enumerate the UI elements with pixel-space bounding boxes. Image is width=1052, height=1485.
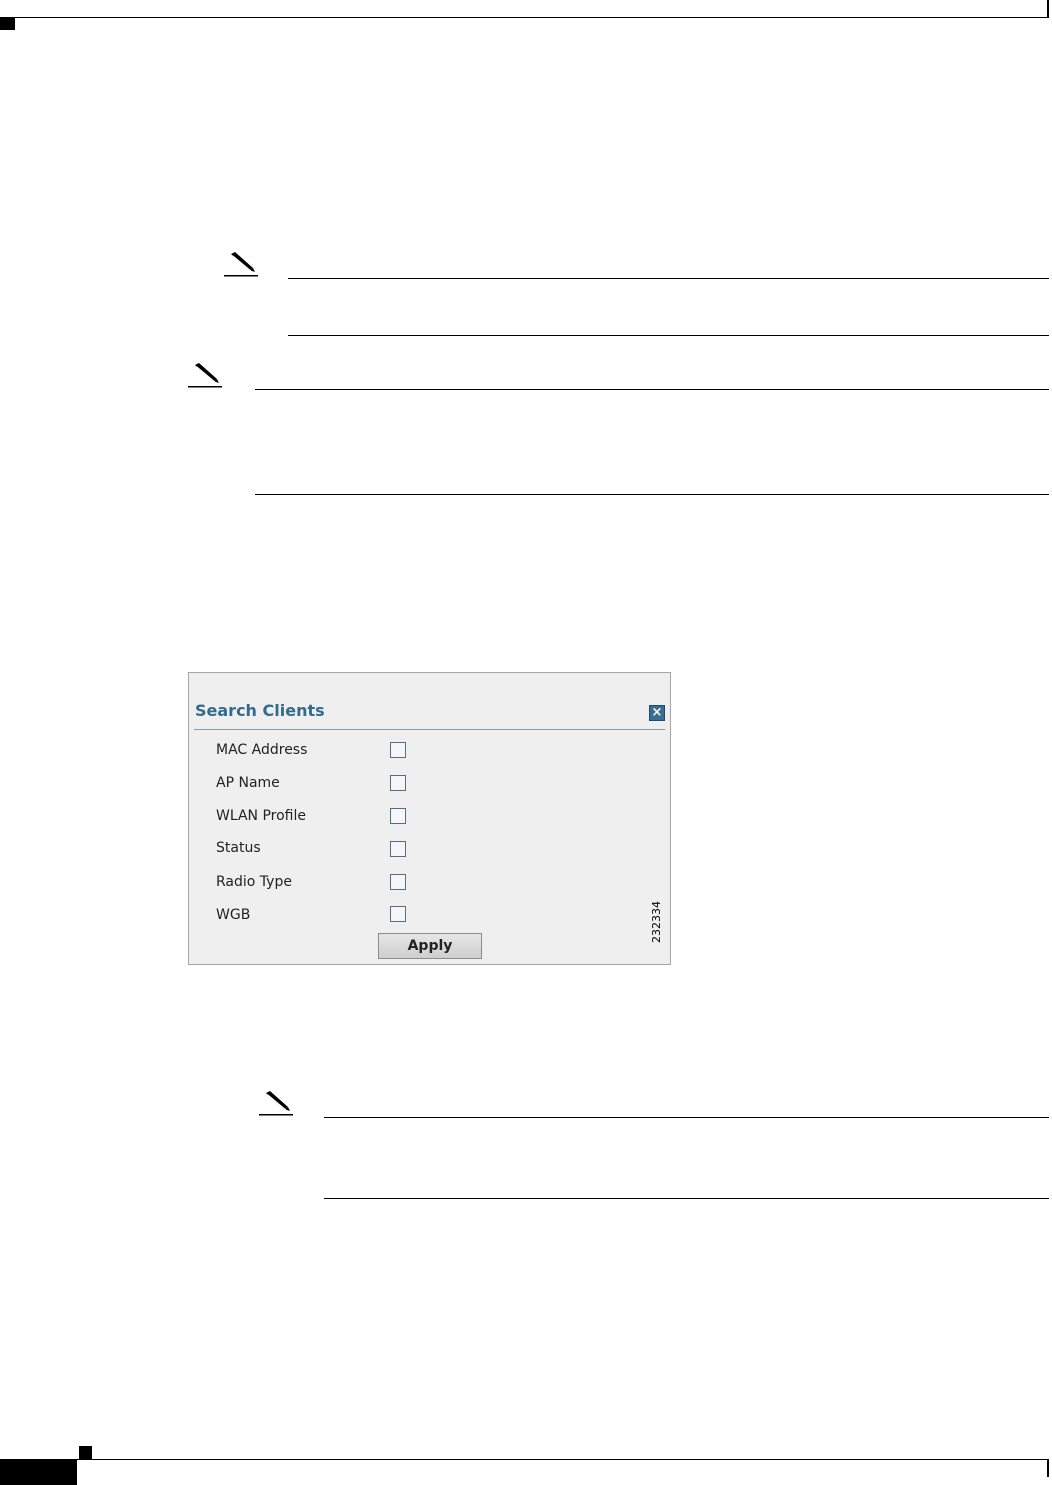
pencil-note-icon [188,362,222,388]
pencil-note-icon [224,251,258,277]
field-label-wgb: WGB [216,907,251,923]
close-icon[interactable]: × [649,705,665,721]
panel-title: Search Clients [195,701,325,720]
note-top-rule [255,389,1049,390]
checkbox-wlan-profile[interactable] [390,808,406,824]
pencil-note-icon [259,1090,293,1116]
field-label-ap-name: AP Name [216,775,280,791]
footer-page-tab [0,1460,77,1485]
checkbox-ap-name[interactable] [390,775,406,791]
checkbox-status[interactable] [390,841,406,857]
field-label-wlan-profile: WLAN Profile [216,808,306,824]
checkbox-wgb[interactable] [390,906,406,922]
field-label-status: Status [216,840,261,856]
apply-button[interactable]: Apply [378,933,482,959]
note-top-rule [324,1117,1049,1118]
footer-rule [0,1459,1049,1460]
footer-edge-mark [1047,1459,1049,1477]
note-bottom-rule [288,335,1049,336]
search-clients-panel: Search Clients × MAC Address AP Name WLA… [188,672,671,965]
note-bottom-rule [255,494,1049,495]
header-rule [0,17,1049,18]
figure-id: 232334 [650,901,663,943]
checkbox-mac-address[interactable] [390,742,406,758]
note-bottom-rule [324,1198,1049,1199]
note-top-rule [288,278,1049,279]
footer-square-mark [79,1446,92,1459]
checkbox-radio-type[interactable] [390,874,406,890]
field-label-mac-address: MAC Address [216,742,308,758]
header-corner-mark [0,18,15,30]
panel-title-underline [194,729,665,730]
header-edge-mark [1047,0,1049,18]
field-label-radio-type: Radio Type [216,874,292,890]
